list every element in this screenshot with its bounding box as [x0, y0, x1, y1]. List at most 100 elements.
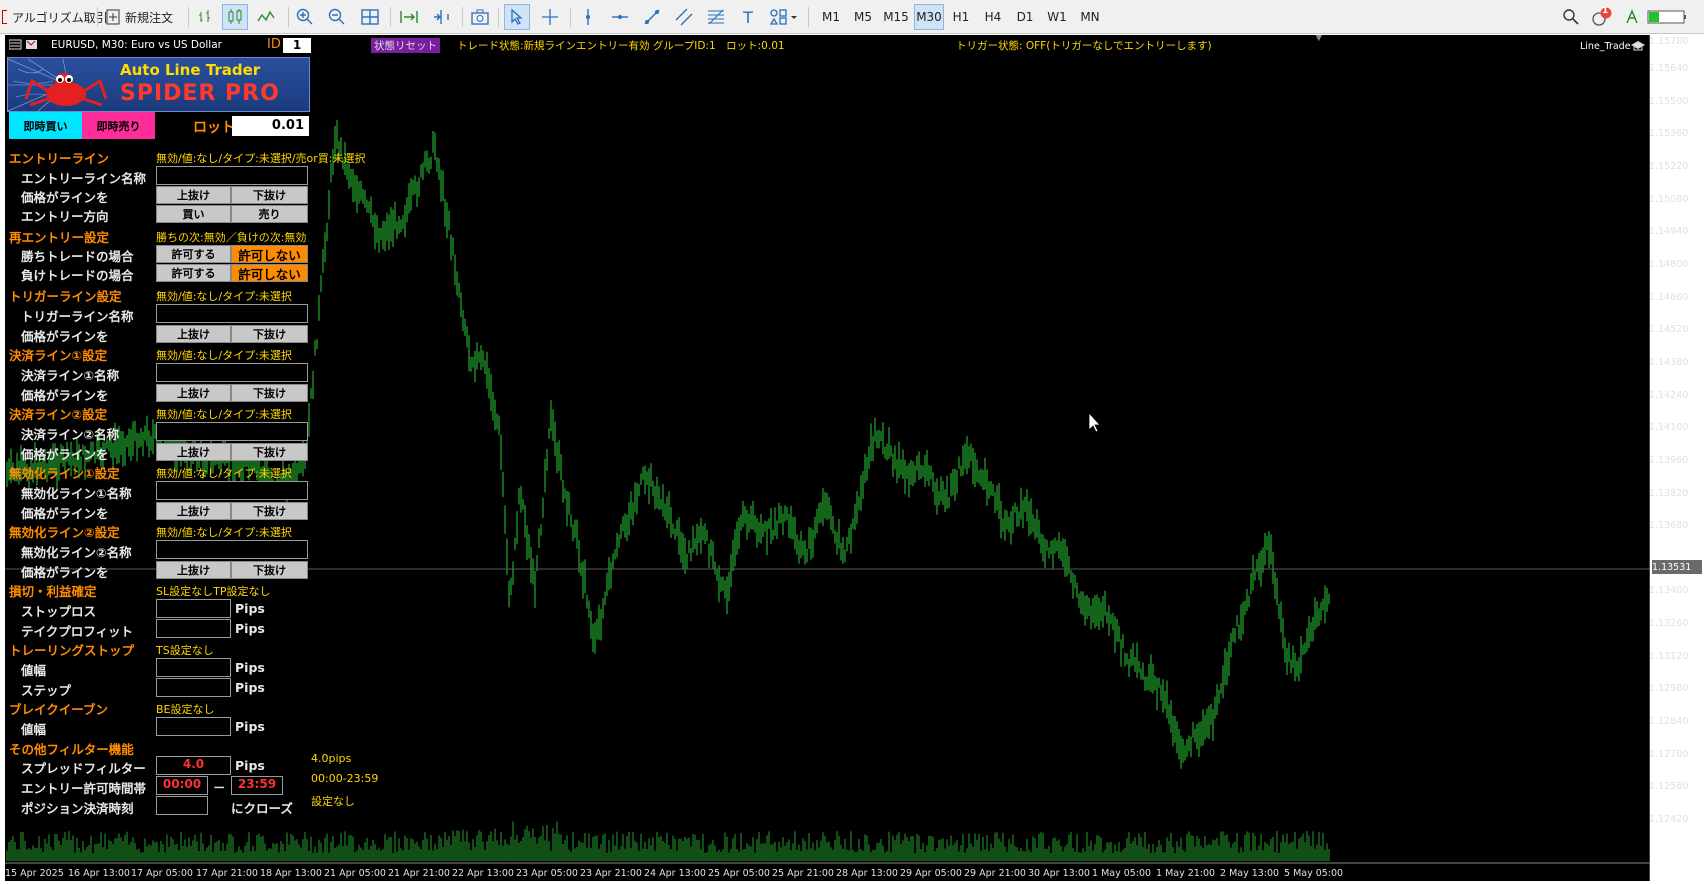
- signal-icon[interactable]: [1622, 4, 1642, 30]
- timeframe-m30[interactable]: M30: [914, 4, 944, 30]
- win-deny-button[interactable]: 許可しない: [231, 245, 308, 263]
- search-icon[interactable]: [1560, 4, 1582, 30]
- trigger-break-down-button[interactable]: 下抜け: [231, 325, 308, 343]
- trailing-width-label: 値幅: [21, 663, 47, 678]
- timeframe-mn[interactable]: MN: [1074, 4, 1106, 30]
- time-tick-label: 22 Apr 13:00: [452, 868, 514, 879]
- time-tick-label: 21 Apr 21:00: [388, 868, 450, 879]
- candlestick-icon[interactable]: [222, 4, 248, 30]
- timeframe-m15[interactable]: M15: [880, 4, 912, 30]
- entry-sell-button[interactable]: 売り: [231, 205, 308, 223]
- trigger-break-up-button[interactable]: 上抜け: [156, 325, 231, 343]
- buy-now-button[interactable]: 即時買い: [9, 112, 82, 139]
- price-tick-label: 1.12560: [1649, 781, 1689, 792]
- trailing-step-label: ステップ: [21, 683, 72, 698]
- price-tick-label: 1.13680: [1649, 520, 1689, 531]
- stoploss-input[interactable]: [156, 599, 231, 618]
- close-time-input[interactable]: [156, 796, 208, 815]
- invalid2-break-down-button[interactable]: 下抜け: [231, 561, 308, 579]
- timeframe-m1[interactable]: M1: [816, 4, 846, 30]
- trailing-step-input[interactable]: [156, 678, 231, 697]
- sell-now-button[interactable]: 即時売り: [82, 112, 155, 139]
- price-tick-label: 1.13820: [1649, 488, 1689, 499]
- timeframe-m5[interactable]: M5: [848, 4, 878, 30]
- line-chart-icon[interactable]: [254, 4, 278, 30]
- shapes-dropdown-icon[interactable]: [766, 4, 802, 30]
- timeframe-d1[interactable]: D1: [1010, 4, 1040, 30]
- notification-count: 1: [1602, 6, 1609, 16]
- new-order-button[interactable]: 新規注文: [106, 4, 173, 30]
- ea-name-label: Line_Trade: [1580, 41, 1631, 52]
- price-tick-label: 1.14240: [1649, 390, 1689, 401]
- entry-time-start-input[interactable]: 00:00: [156, 776, 208, 795]
- price-tick-label: 1.15500: [1649, 96, 1689, 107]
- spider-logo-icon: [8, 59, 108, 111]
- settle1-name-label: 決済ライン①名称: [21, 368, 120, 383]
- time-tick-label: 28 Apr 13:00: [836, 868, 898, 879]
- invalid1-name-input[interactable]: [156, 481, 308, 500]
- timeframe-h4[interactable]: H4: [978, 4, 1008, 30]
- settle1-name-input[interactable]: [156, 363, 308, 382]
- trigger-line-name-input[interactable]: [156, 304, 308, 323]
- entry-buy-button[interactable]: 買い: [156, 205, 231, 223]
- algo-trading-label: アルゴリズム取引: [12, 10, 108, 25]
- lose-allow-button[interactable]: 許可する: [156, 264, 231, 282]
- channel-icon[interactable]: [672, 4, 696, 30]
- crosshair-icon[interactable]: [538, 4, 562, 30]
- time-tick-label: 5 May 05:00: [1284, 868, 1344, 879]
- time-tick-label: 24 Apr 13:00: [644, 868, 706, 879]
- invalid1-break-up-button[interactable]: 上抜け: [156, 502, 231, 520]
- entry-time-dash: －: [213, 780, 226, 795]
- lot-input[interactable]: 0.01: [232, 116, 309, 136]
- invalid1-break-down-button[interactable]: 下抜け: [231, 502, 308, 520]
- notifications-icon[interactable]: 1: [1590, 4, 1614, 30]
- cursor-icon[interactable]: [504, 4, 530, 30]
- spider-pro-panel: Auto Line Trader SPIDER PRO 即時買い 即時売り ロッ…: [5, 35, 378, 881]
- time-tick-label: 23 Apr 21:00: [580, 868, 642, 879]
- chart-shift-icon[interactable]: [428, 4, 454, 30]
- win-allow-button[interactable]: 許可する: [156, 245, 231, 263]
- fibonacci-icon[interactable]: [704, 4, 728, 30]
- entry-time-end-input[interactable]: 23:59: [231, 776, 283, 795]
- price-tick-label: 1.13120: [1649, 651, 1689, 662]
- screenshot-icon[interactable]: [468, 4, 492, 30]
- entry-break-up-button[interactable]: 上抜け: [156, 186, 231, 204]
- settle2-break-down-button[interactable]: 下抜け: [231, 443, 308, 461]
- price-chart[interactable]: EURUSD, M30: Euro vs US Dollar ID 1 状態リセ…: [5, 35, 1650, 881]
- tile-windows-icon[interactable]: [358, 4, 382, 30]
- invalid2-name-input[interactable]: [156, 540, 308, 559]
- entry-line-name-input[interactable]: [156, 166, 308, 185]
- chart-shift-marker-icon[interactable]: ▼: [1315, 35, 1323, 43]
- zoom-in-icon[interactable]: [293, 4, 317, 30]
- horizontal-line-icon[interactable]: [608, 4, 632, 30]
- breakeven-width-input[interactable]: [156, 717, 231, 736]
- zoom-out-icon[interactable]: [325, 4, 349, 30]
- settle1-break-down-button[interactable]: 下抜け: [231, 384, 308, 402]
- timeframe-h1[interactable]: H1: [946, 4, 976, 30]
- reset-state-button[interactable]: 状態リセット: [371, 38, 440, 53]
- auto-scroll-icon[interactable]: [396, 4, 422, 30]
- entry-break-down-button[interactable]: 下抜け: [231, 186, 308, 204]
- trailing-width-input[interactable]: [156, 658, 231, 677]
- bar-chart-icon[interactable]: [194, 4, 218, 30]
- timeframe-w1[interactable]: W1: [1042, 4, 1072, 30]
- mouse-pointer-icon: [1088, 411, 1101, 433]
- time-tick-label: 17 Apr 05:00: [131, 868, 193, 879]
- text-tool-icon[interactable]: T: [736, 4, 760, 30]
- price-tick-label: 1.13960: [1649, 455, 1689, 466]
- takeprofit-input[interactable]: [156, 619, 231, 638]
- invalid2-break-up-button[interactable]: 上抜け: [156, 561, 231, 579]
- entry-time-label: エントリー許可時間帯: [21, 781, 147, 796]
- entry-line-header: エントリーライン: [9, 151, 110, 166]
- settle2-name-input[interactable]: [156, 422, 308, 441]
- price-tick-label: 1.12420: [1649, 814, 1689, 825]
- settle2-break-up-button[interactable]: 上抜け: [156, 443, 231, 461]
- lose-deny-button[interactable]: 許可しない: [231, 264, 308, 282]
- algo-trading-button[interactable]: アルゴリズム取引: [2, 4, 108, 30]
- trendline-icon[interactable]: [640, 4, 664, 30]
- spread-filter-label: スプレッドフィルター: [21, 761, 146, 776]
- settle1-break-up-button[interactable]: 上抜け: [156, 384, 231, 402]
- price-tick-label: 1.12840: [1649, 716, 1689, 727]
- spread-filter-input[interactable]: 4.0: [156, 756, 231, 775]
- vertical-line-icon[interactable]: [576, 4, 600, 30]
